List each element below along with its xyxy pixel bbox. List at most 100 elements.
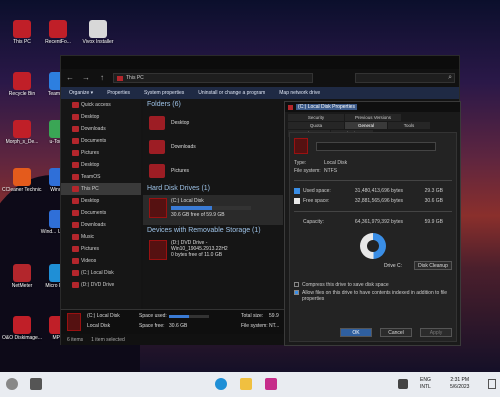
nav-item[interactable]: Desktop (61, 195, 141, 207)
cancel-button[interactable]: Cancel (380, 328, 412, 337)
index-checkbox[interactable] (294, 290, 299, 295)
detail-free-value: 30.6 GB (169, 323, 188, 329)
nav-item[interactable]: Downloads (61, 123, 141, 135)
nav-item[interactable]: Documents (61, 207, 141, 219)
general-tab-panel: Type: Local Disk File system: NTFS Used sp… (289, 132, 457, 342)
folders-header[interactable]: Folders (6) (143, 99, 283, 111)
type-value: Local Disk (324, 160, 348, 166)
desktop-icon[interactable]: O&O Diskimage... (2, 314, 42, 354)
nav-item[interactable]: Desktop (61, 111, 141, 123)
app-icon (89, 20, 107, 38)
command-button[interactable]: Map network drive (279, 90, 320, 96)
drive-icon (67, 313, 81, 331)
dvd-name: (D:) DVD Drive - Win10_19045.2913.22H2 (171, 240, 228, 252)
up-arrow-icon[interactable]: ↑ (97, 73, 107, 83)
edge-icon[interactable] (215, 378, 227, 390)
properties-tab[interactable]: Quota (288, 122, 344, 129)
volume-icon[interactable] (398, 379, 408, 389)
folder-icon (72, 198, 79, 204)
desktop-icon[interactable]: CCleaner Technic... (2, 166, 42, 206)
capacity-bytes: 64,361,979,392 bytes (354, 219, 403, 225)
fs-value: NTFS (324, 168, 338, 174)
clock[interactable]: 2:31 PM 5/6/2023 (450, 377, 469, 391)
detail-used-label: Space used: (139, 313, 167, 319)
app-icon (13, 120, 31, 138)
detail-fs-label: File system: (241, 323, 268, 329)
command-button[interactable]: Properties (107, 90, 130, 96)
forward-arrow-icon[interactable]: → (81, 73, 91, 83)
nav-item[interactable]: TeamOS (61, 171, 141, 183)
capacity-label: Capacity: (303, 219, 324, 225)
detail-free-label: Space free: (139, 323, 165, 329)
desktop-icon[interactable]: Vivox Installer (78, 18, 118, 58)
drive-c-tile[interactable]: (C:) Local Disk 30.6 GB free of 59.9 GB (143, 195, 283, 225)
notification-icon[interactable] (488, 379, 496, 389)
free-gb: 30.6 GB (424, 198, 443, 204)
folder-icon (72, 102, 79, 108)
app-icon (13, 316, 31, 334)
apply-button[interactable]: Apply (420, 328, 452, 337)
desktop-icon[interactable]: Morph_s_De... (2, 118, 42, 158)
explorer-titlebar[interactable] (61, 56, 459, 69)
nav-item[interactable]: This PC (61, 183, 141, 195)
folder-item[interactable]: Desktop (143, 111, 283, 135)
properties-tab[interactable]: Tools (388, 122, 430, 129)
language-indicator[interactable]: ENG INTL (420, 377, 431, 391)
usage-donut-chart (360, 233, 386, 259)
nav-item-label: Documents (81, 138, 107, 144)
folder-icon (149, 164, 165, 178)
desktop-icon[interactable]: NetMeter (2, 262, 42, 302)
nav-item[interactable]: Documents (61, 135, 141, 147)
nav-item[interactable]: (C:) Local Disk (61, 267, 141, 279)
desktop-icon[interactable]: This PC (2, 18, 42, 58)
desktop-icon[interactable]: Recycle Bin (2, 70, 42, 110)
desktop-icon-label: Recycle Bin (8, 91, 36, 97)
nav-item[interactable]: Quick access (61, 99, 141, 111)
nav-item[interactable]: Music (61, 231, 141, 243)
nav-item[interactable]: Videos (61, 255, 141, 267)
disk-cleanup-button[interactable]: Disk Cleanup (414, 261, 452, 270)
drive-icon (294, 138, 308, 154)
desktop-icon[interactable]: RecentFo... (38, 18, 78, 58)
content-pane: Folders (6) Desktop Downloads Pictures Har… (143, 99, 283, 329)
properties-tab[interactable]: Security (288, 114, 344, 121)
folder-icon (72, 138, 79, 144)
folder-icon[interactable] (240, 378, 252, 390)
drive-icon (288, 104, 293, 110)
nav-item-label: Desktop (81, 162, 100, 168)
compress-checkbox[interactable] (294, 282, 299, 287)
address-bar[interactable]: This PC (113, 73, 313, 83)
nav-item[interactable]: Pictures (61, 147, 141, 159)
command-button[interactable]: System properties (144, 90, 184, 96)
start-icon[interactable] (6, 378, 18, 390)
nav-item[interactable]: Downloads (61, 219, 141, 231)
store-icon[interactable] (265, 378, 277, 390)
ok-button[interactable]: OK (340, 328, 372, 337)
folder-item[interactable]: Downloads (143, 135, 283, 159)
folder-item[interactable]: Pictures (143, 159, 283, 183)
properties-tab[interactable]: Previous Versions (345, 114, 401, 121)
lang-text: ENG (420, 377, 431, 383)
free-color-swatch (294, 198, 300, 204)
search-icon: ⌕ (448, 74, 452, 81)
desktop-icon-label: This PC (13, 39, 31, 45)
task-view-icon[interactable] (30, 378, 42, 390)
back-arrow-icon[interactable]: ← (65, 73, 75, 83)
command-button[interactable]: Organize ▾ (69, 90, 93, 96)
properties-titlebar[interactable]: (C:) Local Disk Properties (285, 102, 460, 112)
nav-item[interactable]: (D:) DVD Drive (61, 279, 141, 291)
dvd-drive-tile[interactable]: (D:) DVD Drive - Win10_19045.2913.22H2 0… (143, 237, 283, 267)
used-gb: 29.3 GB (424, 188, 443, 194)
command-button[interactable]: Uninstall or change a program (198, 90, 265, 96)
nav-item-label: Documents (81, 210, 107, 216)
hdd-header[interactable]: Hard Disk Drives (1) (143, 183, 283, 195)
folder-icon (72, 174, 79, 180)
nav-item[interactable]: Desktop (61, 159, 141, 171)
properties-tab[interactable]: General (345, 122, 387, 129)
removable-header[interactable]: Devices with Removable Storage (1) (143, 225, 283, 237)
nav-item[interactable]: Pictures (61, 243, 141, 255)
capacity-gb: 59.9 GB (424, 219, 443, 225)
drive-label-input[interactable] (316, 141, 436, 151)
search-box[interactable]: ⌕ (355, 73, 455, 83)
desktop-icon-label: RecentFo... (45, 39, 71, 45)
